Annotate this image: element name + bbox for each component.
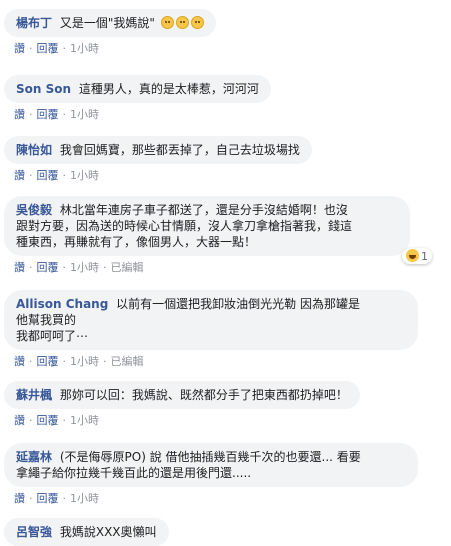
edited-label[interactable]: 已編輯	[111, 261, 144, 274]
comment-author[interactable]: 吳俊毅	[16, 203, 52, 217]
like-link[interactable]: 讚	[14, 261, 25, 274]
comment: 吳俊毅 林北當年連房子車子都送了，還是分手沒結婚啊！也沒 跟對方要，因為送的時候…	[4, 196, 432, 275]
like-link[interactable]: 讚	[14, 492, 25, 505]
comment-bubble: 陳怡如 我會回媽寶，那些都丟掉了，自己去垃圾場找	[4, 136, 312, 164]
reply-link[interactable]: 回覆	[37, 169, 59, 182]
comment-text-line: 我都呵呵了⋯	[16, 329, 89, 343]
worried-face-icon	[160, 16, 174, 29]
comment-text-line: 林北當年連房子車子都送了，還是分手沒結婚啊！也沒	[59, 203, 348, 217]
comment-text-line: 拿繩子給你拉幾千幾百此的還是用後門還.....	[16, 466, 252, 480]
comment-author[interactable]: Allison Chang	[16, 297, 108, 311]
comment-bubble: 呂智強 我媽說XXX奧懶叫	[4, 518, 169, 546]
comment: 延嘉林 (不是侮辱原PO) 說 借他抽插幾百幾千次的也要還... 看要 拿繩子給…	[4, 443, 418, 506]
timestamp[interactable]: 1小時	[70, 492, 99, 505]
like-link[interactable]: 讚	[14, 42, 25, 55]
haha-reaction-icon	[406, 249, 419, 262]
comment-text-line: 種東西，再賺就有了，像個男人，大器一點！	[16, 235, 257, 249]
comment-actions: 讚 · 回覆 · 1小時 · 已編輯	[14, 261, 144, 274]
reply-link[interactable]: 回覆	[37, 42, 59, 55]
timestamp[interactable]: 1小時	[70, 42, 99, 55]
reaction-count: 1	[421, 250, 428, 263]
comment-actions: 讚 · 回覆 · 1小時	[14, 414, 99, 427]
comment: 陳怡如 我會回媽寶，那些都丟掉了，自己去垃圾場找 讚 · 回覆 · 1小時	[4, 136, 312, 183]
timestamp[interactable]: 1小時	[70, 414, 99, 427]
reaction-badge[interactable]: 1	[402, 248, 432, 264]
worried-face-icon	[175, 16, 189, 29]
comment-text-line: 以前有一個還把我卸妝油倒光光勒 因為那罐是	[116, 297, 360, 311]
comment-text: 那妳可以回：我媽說、既然都分手了把東西都扔掉吧！	[59, 388, 348, 402]
comment-text-line: (不是侮辱原PO) 說 借他抽插幾百幾千次的也要還... 看要	[59, 450, 361, 464]
comment-actions: 讚 · 回覆 · 1小時	[14, 492, 99, 505]
worried-face-icon	[190, 16, 204, 29]
comment-actions: 讚 · 回覆 · 1小時	[14, 108, 99, 121]
comment-author[interactable]: 呂智強	[16, 525, 52, 539]
comment-text-line: 跟對方要，因為送的時候心甘情願，沒人拿刀拿槍指著我，錢這	[16, 219, 353, 233]
like-link[interactable]: 讚	[14, 355, 25, 368]
like-link[interactable]: 讚	[14, 414, 25, 427]
comment-text-line: 他幫我買的	[16, 313, 77, 327]
edited-label[interactable]: 已編輯	[111, 355, 144, 368]
comment-actions: 讚 · 回覆 · 1小時	[14, 42, 99, 55]
like-link[interactable]: 讚	[14, 169, 25, 182]
reply-link[interactable]: 回覆	[37, 492, 59, 505]
timestamp[interactable]: 1小時	[70, 169, 99, 182]
comment-text: 我媽說XXX奧懶叫	[59, 525, 157, 539]
comment-actions: 讚 · 回覆 · 1小時	[14, 169, 99, 182]
reply-link[interactable]: 回覆	[37, 261, 59, 274]
comment-bubble: Son Son 這種男人，真的是太棒惹，河河河	[4, 75, 271, 103]
like-link[interactable]: 讚	[14, 108, 25, 121]
comment: Son Son 這種男人，真的是太棒惹，河河河 讚 · 回覆 · 1小時	[4, 75, 271, 122]
timestamp[interactable]: 1小時	[70, 261, 99, 274]
timestamp[interactable]: 1小時	[70, 355, 99, 368]
comment: Allison Chang 以前有一個還把我卸妝油倒光光勒 因為那罐是 他幫我買…	[4, 290, 418, 369]
reply-link[interactable]: 回覆	[37, 414, 59, 427]
comment: 呂智強 我媽說XXX奧懶叫	[4, 518, 169, 546]
comment: 蘇井楓 那妳可以回：我媽說、既然都分手了把東西都扔掉吧！ 讚 · 回覆 · 1小時	[4, 381, 360, 428]
comment-actions: 讚 · 回覆 · 1小時 · 已編輯	[14, 355, 144, 368]
comment-author[interactable]: 楊布丁	[16, 16, 52, 30]
comment-bubble: 蘇井楓 那妳可以回：我媽說、既然都分手了把東西都扔掉吧！	[4, 381, 360, 409]
comment-text: 又是一個"我媽說"	[59, 16, 155, 30]
reply-link[interactable]: 回覆	[37, 108, 59, 121]
comment-author[interactable]: 延嘉林	[16, 450, 52, 464]
reply-link[interactable]: 回覆	[37, 355, 59, 368]
comment-author[interactable]: Son Son	[16, 82, 71, 96]
comment-author[interactable]: 陳怡如	[16, 143, 52, 157]
comment-bubble: 吳俊毅 林北當年連房子車子都送了，還是分手沒結婚啊！也沒 跟對方要，因為送的時候…	[4, 196, 410, 256]
comment-text: 我會回媽寶，那些都丟掉了，自己去垃圾場找	[59, 143, 300, 157]
comment-bubble: 楊布丁 又是一個"我媽說"	[4, 9, 216, 37]
comment-feed: 楊布丁 又是一個"我媽說" 讚 · 回覆 · 1小時 Son Son 這種男人，真的是太…	[0, 0, 451, 546]
timestamp[interactable]: 1小時	[70, 108, 99, 121]
comment-text: 這種男人，真的是太棒惹，河河河	[78, 82, 259, 96]
comment-bubble: 延嘉林 (不是侮辱原PO) 說 借他抽插幾百幾千次的也要還... 看要 拿繩子給…	[4, 443, 418, 487]
comment-author[interactable]: 蘇井楓	[16, 388, 52, 402]
comment: 楊布丁 又是一個"我媽說" 讚 · 回覆 · 1小時	[4, 9, 216, 56]
comment-bubble: Allison Chang 以前有一個還把我卸妝油倒光光勒 因為那罐是 他幫我買…	[4, 290, 418, 350]
